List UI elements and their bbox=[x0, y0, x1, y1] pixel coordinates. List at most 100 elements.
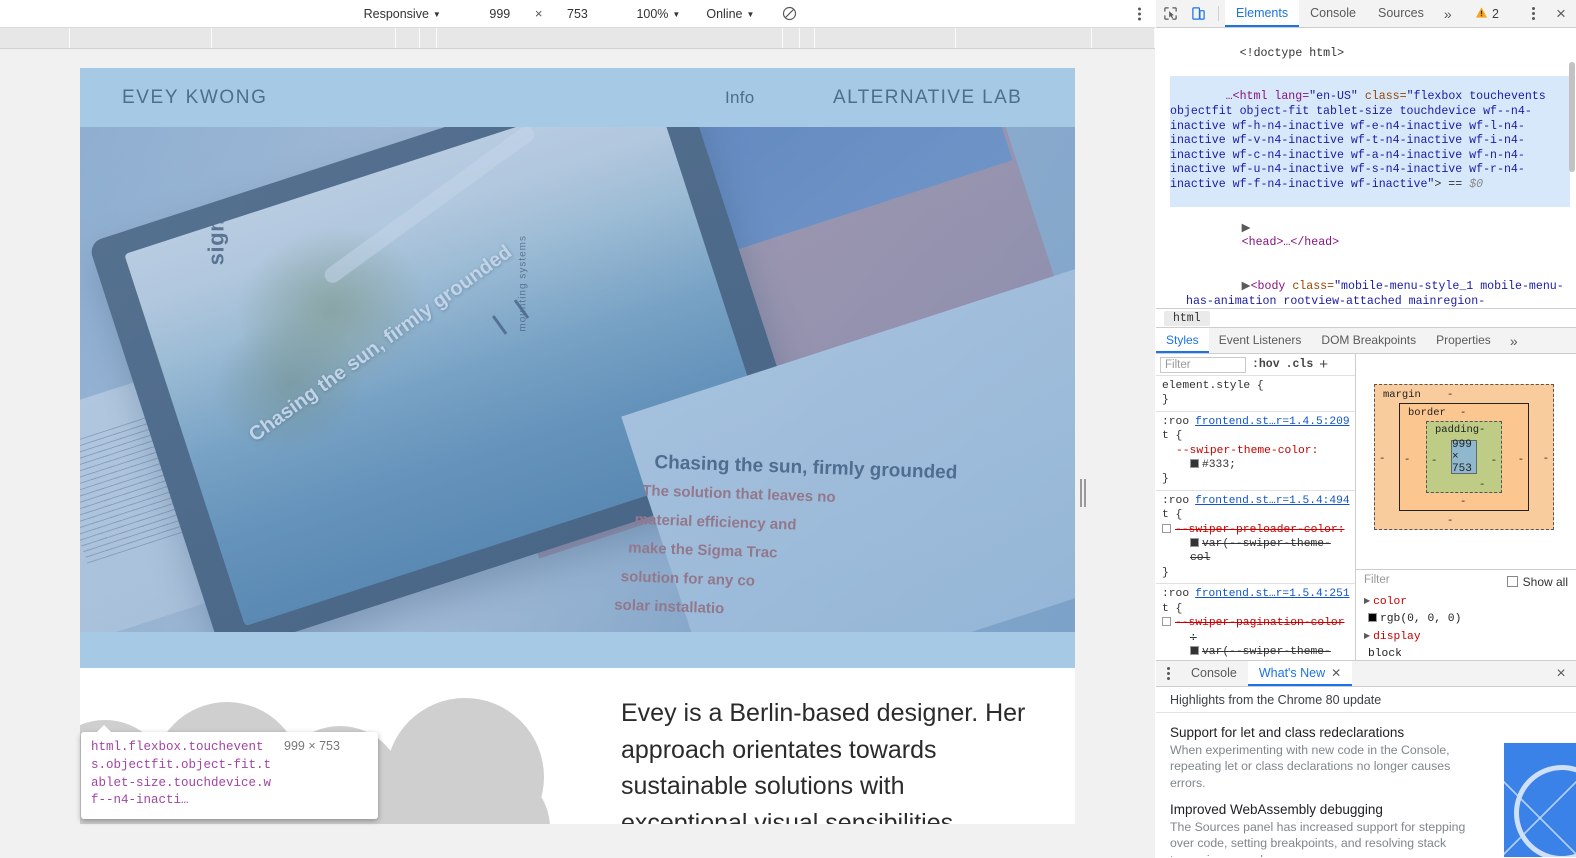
computed-property-color[interactable]: ▶color bbox=[1356, 593, 1576, 611]
padding-left-value[interactable]: - bbox=[1431, 455, 1437, 467]
hero-color-overlay bbox=[80, 127, 1075, 632]
color-swatch[interactable] bbox=[1368, 613, 1377, 622]
hov-toggle-button[interactable]: :hov bbox=[1252, 358, 1280, 371]
computed-filter-bar: Filter Show all bbox=[1356, 569, 1576, 593]
tab-styles[interactable]: Styles bbox=[1156, 328, 1209, 353]
breadcrumb-item-html[interactable]: html bbox=[1164, 311, 1210, 326]
close-tab-icon[interactable]: ✕ bbox=[1331, 666, 1341, 680]
show-all-checkbox[interactable] bbox=[1507, 576, 1518, 587]
warning-count-button[interactable]: 2 bbox=[1467, 6, 1507, 22]
site-header: EVEY KWONG Info ALTERNATIVE LAB bbox=[80, 68, 1075, 127]
rule-source-link[interactable]: frontend.st…r=1.5.4:494 bbox=[1195, 494, 1349, 508]
dom-html-node[interactable]: …<html lang="en-US" class="flexbox touch… bbox=[1170, 76, 1570, 207]
box-model-border-box[interactable]: border - - - - padding - - - - 999 × 753 bbox=[1399, 403, 1529, 511]
inspect-element-icon[interactable] bbox=[1156, 0, 1184, 27]
padding-bottom-value[interactable]: - bbox=[1479, 479, 1485, 491]
box-model-diagram[interactable]: margin - - - - border - - - - padding - bbox=[1374, 384, 1554, 530]
site-logo[interactable]: EVEY KWONG bbox=[122, 87, 268, 109]
show-all-toggle[interactable]: Show all bbox=[1507, 575, 1568, 589]
whats-new-item[interactable]: Improved WebAssembly debugging The Sourc… bbox=[1170, 802, 1470, 857]
cls-toggle-button[interactable]: .cls bbox=[1286, 358, 1314, 371]
tab-properties[interactable]: Properties bbox=[1426, 328, 1501, 353]
drawer-more-icon[interactable] bbox=[1156, 661, 1180, 686]
margin-right-value[interactable]: - bbox=[1543, 453, 1549, 465]
dom-body-node[interactable]: ▶<body class="mobile-menu-style_1 mobile… bbox=[1170, 266, 1570, 309]
more-tabs-icon[interactable]: » bbox=[1435, 0, 1461, 27]
margin-bottom-value[interactable]: - bbox=[1447, 515, 1453, 527]
declaration-value-row[interactable]: #333; bbox=[1162, 458, 1349, 472]
dom-head-node[interactable]: ▶ <head>…</head> bbox=[1170, 207, 1570, 265]
nav-item-alternative-lab[interactable]: ALTERNATIVE LAB bbox=[833, 87, 1022, 109]
styles-rules-pane[interactable]: Filter :hov .cls + element.style { } :ro… bbox=[1156, 354, 1356, 681]
new-style-rule-button[interactable]: + bbox=[1319, 357, 1328, 372]
device-toolbar: Responsive ▼ 999 × 753 100% ▼ Online ▼ bbox=[0, 0, 1155, 28]
declaration-enable-checkbox[interactable] bbox=[1162, 617, 1171, 626]
html-open-prefix: …<html lang= bbox=[1226, 90, 1310, 103]
nav-item-info[interactable]: Info bbox=[725, 88, 755, 108]
dom-tree[interactable]: <!doctype html> …<html lang="en-US" clas… bbox=[1156, 28, 1576, 308]
box-model-content-box[interactable]: 999 × 753 bbox=[1451, 440, 1477, 474]
declaration-row-disabled[interactable]: --swiper-preloader-color: bbox=[1162, 523, 1349, 537]
declaration-name[interactable]: --swiper-theme-color: bbox=[1162, 444, 1349, 458]
viewport-height-input[interactable]: 753 bbox=[550, 5, 604, 23]
computed-filter-input[interactable]: Filter bbox=[1364, 574, 1499, 590]
customize-devtools-icon[interactable] bbox=[1520, 7, 1546, 20]
drawer-tab-whats-new[interactable]: What's New ✕ bbox=[1248, 661, 1352, 686]
padding-top-value[interactable]: - bbox=[1479, 424, 1485, 436]
tab-event-listeners[interactable]: Event Listeners bbox=[1209, 328, 1312, 353]
border-right-value[interactable]: - bbox=[1518, 454, 1524, 466]
styles-filter-input[interactable]: Filter bbox=[1160, 357, 1246, 373]
dom-tree-scrollbar[interactable] bbox=[1569, 62, 1575, 172]
no-throttling-icon[interactable] bbox=[782, 6, 797, 21]
border-left-value[interactable]: - bbox=[1404, 454, 1410, 466]
whats-new-body[interactable]: Support for let and class redeclarations… bbox=[1156, 713, 1576, 857]
border-top-value[interactable]: - bbox=[1460, 407, 1466, 419]
tab-dom-breakpoints[interactable]: DOM Breakpoints bbox=[1311, 328, 1426, 353]
style-rule-root-2[interactable]: :roo frontend.st…r=1.5.4:494 t { --swipe… bbox=[1156, 491, 1355, 584]
network-throttle-select[interactable]: Online ▼ bbox=[700, 5, 760, 23]
close-drawer-icon[interactable]: × bbox=[1546, 661, 1576, 686]
drawer-tab-console[interactable]: Console bbox=[1180, 661, 1248, 686]
whats-new-item[interactable]: Support for let and class redeclarations… bbox=[1170, 725, 1470, 791]
highlight-selector-text: html.flexbox.touchevents.objectfit.objec… bbox=[91, 739, 274, 810]
whats-new-item-title: Support for let and class redeclarations bbox=[1170, 725, 1470, 740]
box-model-padding-box[interactable]: padding - - - - 999 × 753 bbox=[1426, 421, 1502, 493]
rule-selector: :roo bbox=[1162, 494, 1189, 508]
declaration-row-disabled[interactable]: --swiper-pagination-color bbox=[1162, 616, 1349, 630]
padding-right-value[interactable]: - bbox=[1491, 455, 1497, 467]
device-preset-select[interactable]: Responsive ▼ bbox=[358, 5, 447, 23]
expand-triangle-icon[interactable]: ▶ bbox=[1242, 222, 1251, 235]
rule-source-link[interactable]: frontend.st…r=1.5.4:251 bbox=[1195, 587, 1349, 601]
page-viewport[interactable]: EVEY KWONG Info ALTERNATIVE LAB bbox=[80, 68, 1075, 824]
tab-sources[interactable]: Sources bbox=[1367, 0, 1435, 27]
warning-triangle-icon bbox=[1475, 6, 1488, 22]
border-bottom-value[interactable]: - bbox=[1460, 496, 1466, 508]
declaration-enable-checkbox[interactable] bbox=[1162, 524, 1171, 533]
rule-source-link[interactable]: frontend.st…r=1.4.5:209 bbox=[1195, 415, 1349, 429]
close-devtools-icon[interactable]: × bbox=[1546, 4, 1576, 24]
margin-left-value[interactable]: - bbox=[1379, 453, 1385, 465]
tab-elements[interactable]: Elements bbox=[1225, 0, 1299, 27]
color-swatch[interactable] bbox=[1190, 646, 1199, 655]
device-toolbar-more-options-icon[interactable] bbox=[1138, 7, 1141, 20]
computed-property-display[interactable]: ▶display bbox=[1356, 628, 1576, 646]
tab-console[interactable]: Console bbox=[1299, 0, 1367, 27]
zoom-select[interactable]: 100% ▼ bbox=[630, 5, 686, 23]
styles-more-tabs-icon[interactable]: » bbox=[1501, 328, 1527, 353]
declaration-value-row[interactable]: var(--swiper-theme-col bbox=[1162, 537, 1349, 566]
color-swatch[interactable] bbox=[1190, 538, 1199, 547]
expand-triangle-icon[interactable]: ▶ bbox=[1242, 280, 1251, 293]
breadcrumb[interactable]: html bbox=[1156, 308, 1576, 328]
expand-triangle-icon[interactable]: ▶ bbox=[1364, 629, 1370, 644]
style-rule-element-style[interactable]: element.style { } bbox=[1156, 376, 1355, 412]
viewport-width-resize-handle[interactable] bbox=[1080, 479, 1086, 507]
device-preset-label: Responsive bbox=[364, 7, 429, 21]
margin-top-value[interactable]: - bbox=[1447, 389, 1453, 401]
device-toolbar-icon[interactable] bbox=[1184, 0, 1212, 27]
style-rule-root-1[interactable]: :roo frontend.st…r=1.4.5:209 t { --swipe… bbox=[1156, 412, 1355, 491]
expand-triangle-icon[interactable]: ▶ bbox=[1364, 594, 1370, 609]
viewport-width-input[interactable]: 999 bbox=[473, 5, 527, 23]
media-query-ruler[interactable] bbox=[0, 28, 1155, 49]
color-swatch[interactable] bbox=[1190, 459, 1199, 468]
rule-selector: :roo bbox=[1162, 415, 1189, 429]
